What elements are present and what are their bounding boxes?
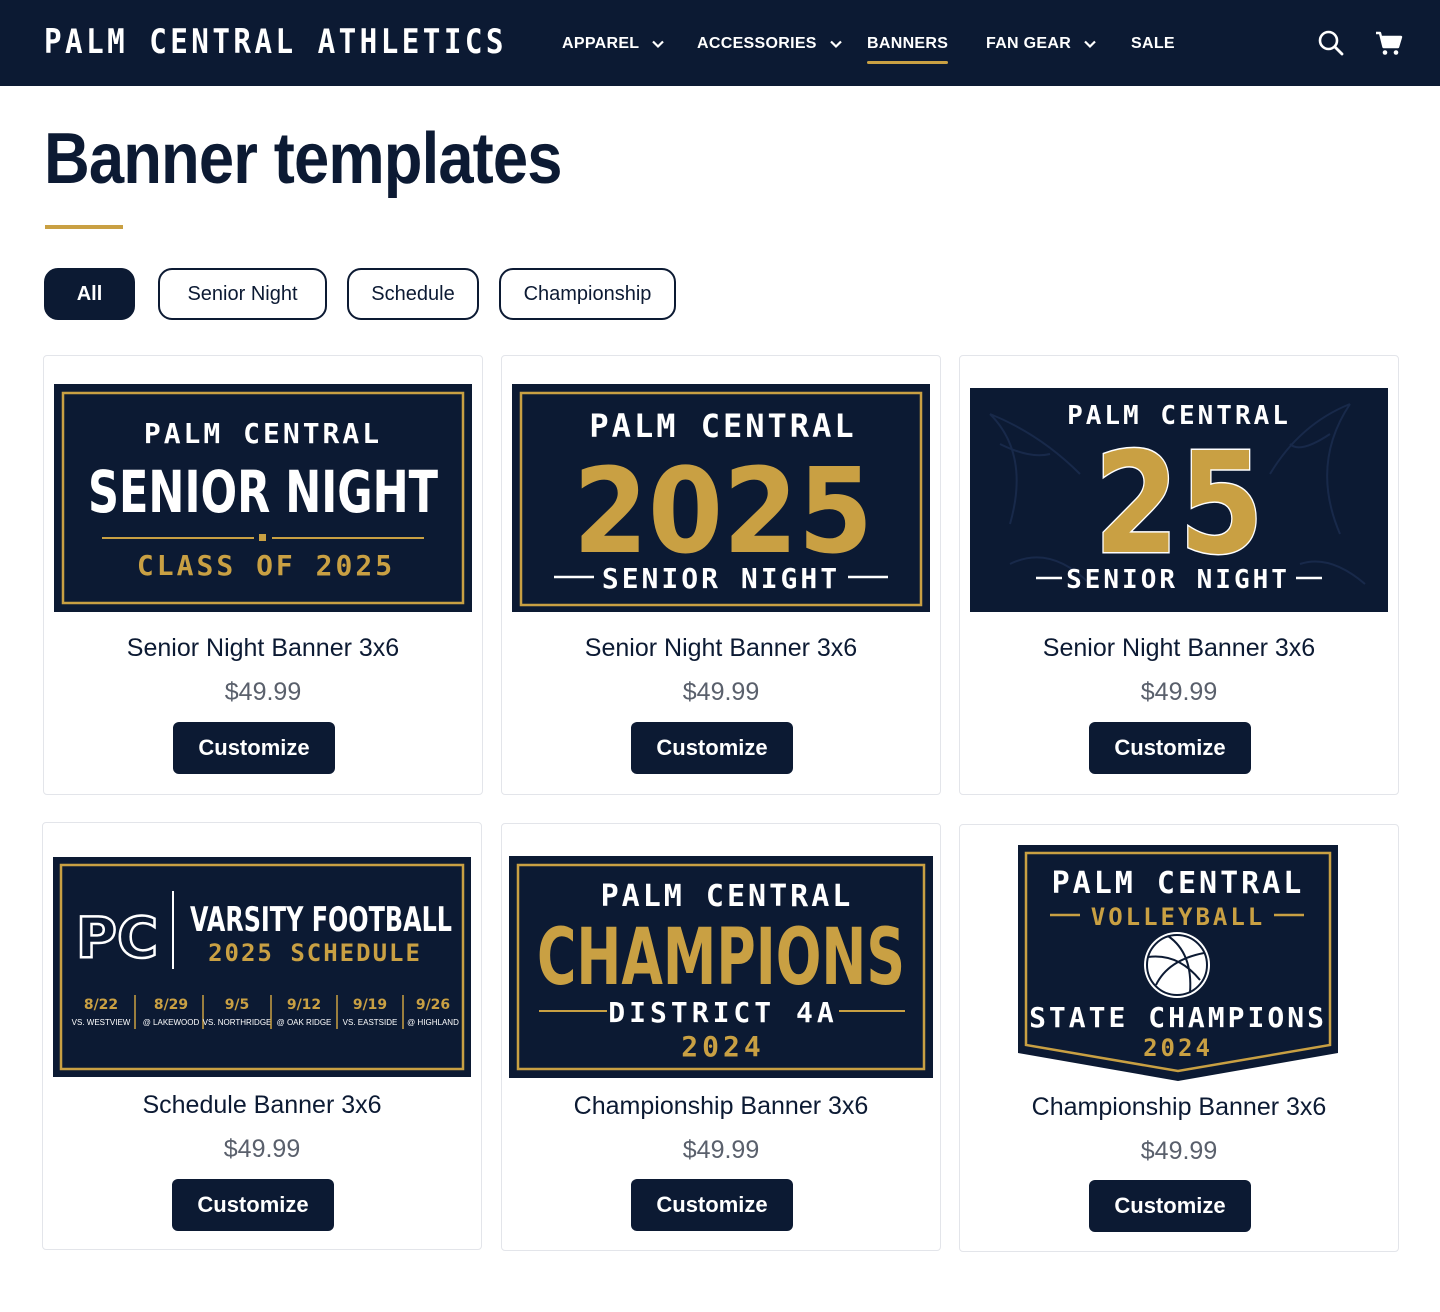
game-date: 9/26 <box>416 997 450 1013</box>
game-opponent: VS. NORTHRIDGE <box>203 1018 272 1027</box>
customize-button[interactable]: Customize <box>173 722 335 774</box>
filter-chip-all[interactable]: All <box>44 268 135 320</box>
filter-chip-senior-night[interactable]: Senior Night <box>158 268 327 320</box>
product-price: $49.99 <box>224 678 302 706</box>
banner-line1: VARSITY FOOTBALL <box>190 900 452 940</box>
active-nav-underline <box>867 61 949 64</box>
game-date: 8/29 <box>154 997 188 1013</box>
game-opponent: VS. EASTSIDE <box>343 1018 398 1027</box>
volleyball-pennant-banner-image[interactable]: PALM CENTRAL VOLLEYBALL STATE CHAMPIONS … <box>1018 845 1338 1081</box>
nav-item-label: FAN GEAR <box>986 35 1072 52</box>
filter-chip-schedule[interactable]: Schedule <box>347 268 479 320</box>
product-card: PC VARSITY FOOTBALL 2025 SCHEDULE 8/22 V… <box>42 822 482 1250</box>
banner-line2: 25 <box>1094 423 1264 586</box>
game-date: 8/22 <box>84 997 118 1013</box>
nav-item-accessories[interactable]: ACCESSORIES <box>697 32 843 56</box>
banner-line4: 2024 <box>1143 1034 1213 1062</box>
nav-item-fan-gear[interactable]: FAN GEAR <box>986 32 1097 56</box>
product-card: PALM CENTRAL VOLLEYBALL STATE CHAMPIONS … <box>959 824 1399 1252</box>
product-card: PALM CENTRAL 25 SENIOR NIGHT Senior Nigh… <box>959 355 1399 795</box>
game-date: 9/5 <box>225 997 250 1013</box>
banner-line3: STATE CHAMPIONS <box>1029 1001 1327 1034</box>
product-name[interactable]: Championship Banner 3x6 <box>502 1092 940 1121</box>
banner-line2: 2025 <box>573 442 873 580</box>
banner-line2: 2025 SCHEDULE <box>208 939 422 967</box>
banner-line2: VOLLEYBALL <box>1091 903 1266 931</box>
product-card: PALM CENTRAL CHAMPIONS DISTRICT 4A 2024 … <box>501 823 941 1251</box>
banner-line2: CHAMPIONS <box>537 913 905 1003</box>
search-icon[interactable] <box>1316 28 1346 58</box>
senior-night-banner-image[interactable]: PALM CENTRAL 25 SENIOR NIGHT <box>970 384 1388 612</box>
banner-line3: SENIOR NIGHT <box>1066 565 1290 595</box>
product-price: $49.99 <box>223 1135 301 1163</box>
senior-night-banner-image[interactable]: PALM CENTRAL SENIOR NIGHT CLASS OF 2025 <box>54 384 472 612</box>
volleyball-icon <box>1144 932 1210 998</box>
championship-banner-image[interactable]: PALM CENTRAL CHAMPIONS DISTRICT 4A 2024 <box>509 853 933 1081</box>
product-price: $49.99 <box>682 1136 760 1164</box>
product-name[interactable]: Senior Night Banner 3x6 <box>44 634 482 663</box>
banner-line1: PALM CENTRAL <box>601 879 854 914</box>
nav-item-label: ACCESSORIES <box>697 35 817 52</box>
senior-night-banner-image[interactable]: PALM CENTRAL 2025 SENIOR NIGHT <box>512 384 930 612</box>
game-date: 9/19 <box>353 997 387 1013</box>
nav-item-label: SALE <box>1131 35 1175 52</box>
product-name[interactable]: Senior Night Banner 3x6 <box>502 634 940 663</box>
customize-button[interactable]: Customize <box>1089 1180 1251 1232</box>
game-opponent: @ HIGHLAND <box>407 1018 459 1027</box>
product-name[interactable]: Senior Night Banner 3x6 <box>960 634 1398 663</box>
product-name[interactable]: Schedule Banner 3x6 <box>43 1091 481 1120</box>
customize-button[interactable]: Customize <box>172 1179 334 1231</box>
product-price: $49.99 <box>1140 678 1218 706</box>
schedule-banner-image[interactable]: PC VARSITY FOOTBALL 2025 SCHEDULE 8/22 V… <box>53 853 471 1081</box>
chevron-down-icon <box>1084 40 1096 49</box>
chevron-down-icon <box>652 40 665 49</box>
product-card: PALM CENTRAL SENIOR NIGHT CLASS OF 2025 … <box>43 355 483 795</box>
game-opponent: @ LAKEWOOD <box>143 1018 200 1027</box>
nav-item-sale[interactable]: SALE <box>1131 32 1175 56</box>
cart-icon[interactable] <box>1374 28 1404 58</box>
banner-line1: PALM CENTRAL <box>144 417 382 450</box>
banner-line3: SENIOR NIGHT <box>602 562 840 595</box>
customize-button[interactable]: Customize <box>631 1179 793 1231</box>
nav-item-apparel[interactable]: APPAREL <box>562 32 665 56</box>
game-opponent: @ OAK RIDGE <box>277 1018 332 1027</box>
banner-line3: CLASS OF 2025 <box>137 549 395 582</box>
product-price: $49.99 <box>682 678 760 706</box>
page-title: Banner templates <box>44 119 562 199</box>
banner-line3: DISTRICT 4A <box>608 996 837 1029</box>
banner-line1: PALM CENTRAL <box>1052 866 1305 901</box>
nav-item-banners[interactable]: BANNERS <box>867 32 949 64</box>
filter-chip-championship[interactable]: Championship <box>499 268 676 320</box>
nav-item-label: BANNERS <box>867 35 949 52</box>
game-date: 9/12 <box>287 997 321 1013</box>
title-accent-rule <box>45 225 123 229</box>
chevron-down-icon <box>830 40 842 49</box>
banner-line2: SENIOR NIGHT <box>88 458 438 526</box>
product-name[interactable]: Championship Banner 3x6 <box>960 1093 1398 1122</box>
customize-button[interactable]: Customize <box>1089 722 1251 774</box>
banner-line4: 2024 <box>681 1030 764 1063</box>
nav-item-label: APPAREL <box>562 35 640 52</box>
team-logo: PC <box>76 906 158 971</box>
game-opponent: VS. WESTVIEW <box>72 1018 131 1027</box>
product-price: $49.99 <box>1140 1137 1218 1165</box>
customize-button[interactable]: Customize <box>631 722 793 774</box>
brand-logo-text[interactable]: PALM CENTRAL ATHLETICS <box>44 22 507 62</box>
top-navigation-bar: PALM CENTRAL ATHLETICS APPAREL ACCESSORI… <box>0 0 1440 86</box>
banner-line1: PALM CENTRAL <box>589 407 856 445</box>
product-card: PALM CENTRAL 2025 SENIOR NIGHT Senior Ni… <box>501 355 941 795</box>
